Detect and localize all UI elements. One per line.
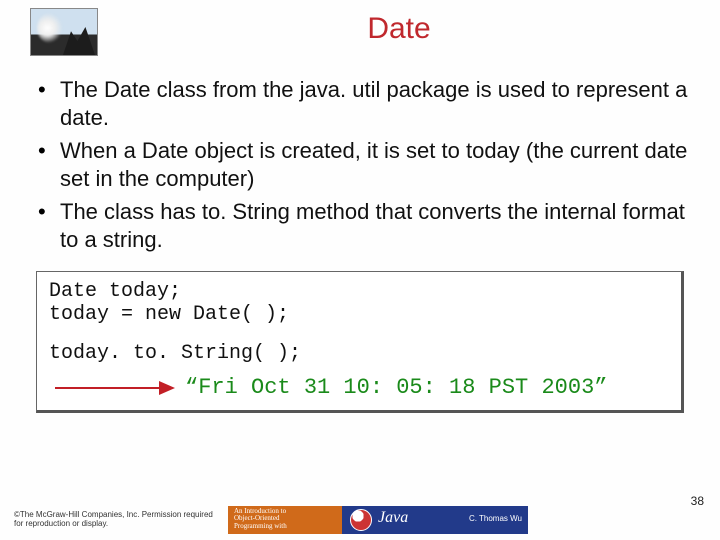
result-row: “Fri Oct 31 10: 05: 18 PST 2003” [49, 375, 669, 400]
bullet-list: The Date class from the java. util packa… [34, 76, 690, 253]
slide-title: Date [108, 8, 690, 46]
book-intro-text: An Introduction to Object-Oriented Progr… [234, 508, 287, 530]
footer: ©The McGraw-Hill Companies, Inc. Permiss… [14, 506, 706, 534]
book-language: Java [378, 509, 408, 527]
code-line: Date today; [49, 280, 669, 303]
code-result: “Fri Oct 31 10: 05: 18 PST 2003” [185, 375, 607, 400]
copyright-text: ©The McGraw-Hill Companies, Inc. Permiss… [14, 511, 214, 529]
bullet-item: The class has to. String method that con… [34, 198, 690, 253]
book-intro-l3: Programming with [234, 522, 287, 530]
code-box: Date today; today = new Date( ); today. … [36, 271, 684, 413]
header: Date [30, 8, 690, 56]
slide: Date The Date class from the java. util … [0, 0, 720, 540]
bullet-item: When a Date object is created, it is set… [34, 137, 690, 192]
arrow-icon [55, 381, 175, 395]
header-image [30, 8, 98, 56]
book-author: C. Thomas Wu [469, 514, 522, 523]
bullet-item: The Date class from the java. util packa… [34, 76, 690, 131]
code-line: today = new Date( ); [49, 303, 669, 326]
java-cup-icon [350, 509, 372, 531]
code-line: today. to. String( ); [49, 342, 669, 365]
book-logo: An Introduction to Object-Oriented Progr… [228, 506, 528, 534]
